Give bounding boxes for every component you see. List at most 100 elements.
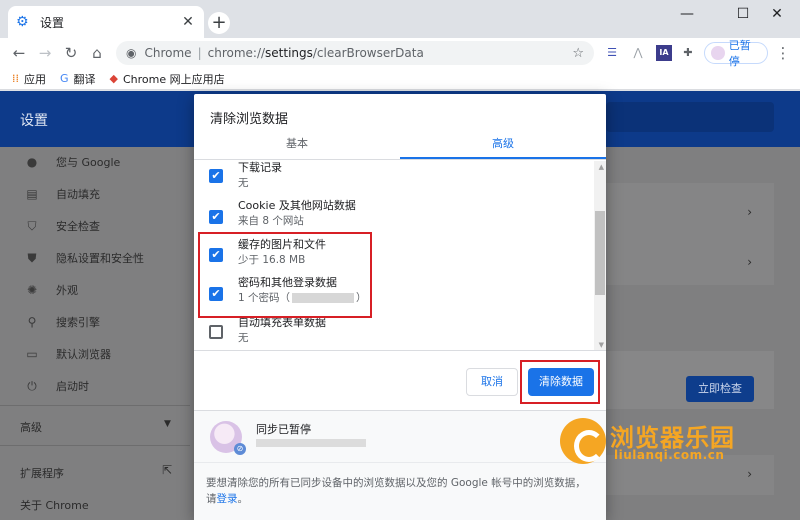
toolbar: ← → ↻ ⌂ ◉ Chrome | chrome://settings/cle… [0, 38, 800, 68]
bookmark-label: Chrome 网上应用店 [123, 72, 225, 86]
bookmark-label: 应用 [24, 72, 46, 86]
profile-button[interactable]: 已暂停 [704, 39, 768, 68]
settings-search-input[interactable] [606, 102, 774, 132]
settings-card: › [604, 241, 774, 285]
bookmarks-bar: ⁞⁞ 应用 G 翻译 ◆ Chrome 网上应用店 [0, 68, 800, 90]
home-icon[interactable]: ⌂ [86, 42, 108, 64]
avatar [711, 46, 725, 60]
omnibox-path: /clearBrowserData [312, 46, 424, 60]
reload-icon[interactable]: ↻ [60, 42, 82, 64]
option-download-history[interactable]: ✔ 下载记录 无 [194, 161, 594, 197]
gear-icon: ⚙ [16, 14, 29, 30]
omnibox-scheme: Chrome [144, 46, 192, 60]
bookmark-webstore[interactable]: ◆ Chrome 网上应用店 [110, 71, 225, 87]
option-autofill[interactable]: 自动填充表单数据 无 [194, 314, 594, 350]
window-close-icon[interactable]: ✕ [754, 0, 800, 30]
translate-icon: G [60, 72, 69, 85]
settings-card: › [604, 183, 774, 241]
tab-settings[interactable]: ⚙ 设置 ✕ [8, 6, 204, 38]
minimize-icon[interactable]: — [664, 0, 710, 30]
sidebar-divider [0, 445, 190, 446]
extension-tent-icon[interactable]: ⋀ [630, 45, 646, 61]
bookmark-apps[interactable]: ⁞⁞ 应用 [12, 71, 46, 87]
sidebar-item-you-and-google[interactable]: ● 您与 Google [0, 147, 190, 177]
palette-icon: ✺ [26, 283, 38, 297]
close-icon[interactable]: ✕ [180, 14, 196, 30]
bookmark-star-icon[interactable]: ☆ [572, 46, 584, 61]
bookmark-translate[interactable]: G 翻译 [60, 71, 96, 87]
option-label: Cookie 及其他网站数据 [238, 199, 356, 212]
sign-in-link[interactable]: 登录 [217, 493, 238, 505]
new-tab-button[interactable]: + [208, 12, 230, 34]
sidebar-item-search-engine[interactable]: ⚲ 搜索引擎 [0, 307, 190, 337]
sync-paused-icon: ⊘ [234, 443, 246, 455]
sidebar-about-chrome[interactable]: 关于 Chrome [20, 497, 89, 513]
menu-kebab-icon[interactable]: ⋮ [772, 42, 794, 64]
forward-arrow-icon[interactable]: → [34, 42, 56, 64]
sidebar-extensions[interactable]: 扩展程序 [20, 465, 64, 481]
sidebar-item-appearance[interactable]: ✺ 外观 [0, 275, 190, 305]
dialog-title: 清除浏览数据 [210, 112, 289, 127]
highlight-box [520, 360, 600, 404]
watermark: 浏览器乐园 liulanqi.com.cn [560, 416, 760, 468]
back-arrow-icon[interactable]: ← [8, 42, 30, 64]
scroll-up-icon[interactable]: ▲ [599, 163, 604, 171]
footer-end: 。 [237, 493, 249, 505]
person-icon: ● [26, 155, 38, 169]
sidebar-item-autofill[interactable]: ▤ 自动填充 [0, 179, 190, 209]
shield-lock-icon: ⛊ [27, 250, 37, 265]
sidebar-item-label: 默认浏览器 [56, 348, 111, 361]
check-now-button[interactable]: 立即检查 [686, 376, 754, 402]
chevron-right-icon[interactable]: › [747, 467, 752, 481]
scrollbar-thumb[interactable] [595, 211, 605, 295]
footer-text: 要想清除您的所有已同步设备中的浏览数据以及您的 Google 帐号中的浏览数据，… [206, 477, 586, 505]
highlight-box [198, 232, 372, 318]
tab-basic[interactable]: 基本 [194, 134, 400, 160]
omnibox-host: chrome:// [207, 46, 266, 60]
option-sub: 来自 8 个网站 [238, 215, 304, 227]
extension-ia-icon[interactable]: IA [656, 45, 672, 61]
chevron-right-icon[interactable]: › [747, 205, 752, 219]
checkbox-unchecked[interactable] [209, 325, 223, 339]
clear-browsing-data-dialog: 清除浏览数据 基本 高级 ✔ 下载记录 无 ✔ Cookie 及其他网站数据 来… [194, 94, 606, 520]
tab-underline [400, 157, 606, 159]
apps-grid-icon: ⁞⁞ [12, 72, 19, 85]
chevron-right-icon[interactable]: › [747, 255, 752, 269]
sidebar-item-label: 外观 [56, 284, 78, 297]
tab-strip: ⚙ 设置 ✕ + — ☐ ✕ [0, 0, 800, 38]
cancel-button[interactable]: 取消 [466, 368, 518, 396]
sidebar-item-label: 您与 Google [56, 156, 121, 169]
scroll-down-icon[interactable]: ▼ [599, 341, 604, 349]
open-external-icon[interactable]: ⇱ [162, 463, 172, 477]
sidebar-item-default-browser[interactable]: ▭ 默认浏览器 [0, 339, 190, 369]
chevron-down-icon[interactable]: ▼ [164, 419, 171, 429]
sidebar-item-on-startup[interactable]: ⏻ 启动时 [0, 371, 190, 401]
shield-icon: ⛉ [27, 218, 37, 233]
sidebar-item-privacy[interactable]: ⛊ 隐私设置和安全性 [0, 243, 190, 273]
option-cookies[interactable]: ✔ Cookie 及其他网站数据 来自 8 个网站 [194, 197, 594, 235]
clipboard-icon: ▤ [26, 187, 38, 201]
redacted-email [256, 439, 366, 447]
extension-bars-icon[interactable]: ☰ [604, 45, 620, 61]
address-bar[interactable]: ◉ Chrome | chrome://settings/clearBrowse… [116, 41, 594, 65]
tab-title: 设置 [40, 15, 65, 30]
option-label: 下载记录 [238, 161, 282, 174]
sync-section: ⊘ 同步已暂停 [194, 410, 606, 462]
checkbox-checked[interactable]: ✔ [209, 210, 223, 224]
sidebar-advanced[interactable]: 高级 [20, 419, 42, 435]
sidebar-item-label: 启动时 [56, 380, 89, 393]
sidebar-item-safety-check[interactable]: ⛉ 安全检查 [0, 211, 190, 241]
settings-sidebar: ● 您与 Google ▤ 自动填充 ⛉ 安全检查 ⛊ 隐私设置和安全性 ✺ 外… [0, 147, 190, 520]
sync-status: 同步已暂停 [256, 423, 311, 436]
dialog-tabs: 基本 高级 [194, 134, 606, 160]
option-sub: 无 [238, 332, 249, 344]
sidebar-item-label: 搜索引擎 [56, 316, 100, 329]
sidebar-item-label: 自动填充 [56, 188, 100, 201]
bookmark-label: 翻译 [73, 72, 96, 86]
checkbox-checked[interactable]: ✔ [209, 169, 223, 183]
extensions-puzzle-icon[interactable]: ✚ [680, 45, 696, 61]
site-info-icon[interactable]: ◉ [126, 46, 136, 60]
profile-status: 已暂停 [728, 39, 751, 68]
scrollbar[interactable]: ▲ ▼ [594, 161, 606, 350]
page-title: 设置 [20, 113, 48, 129]
